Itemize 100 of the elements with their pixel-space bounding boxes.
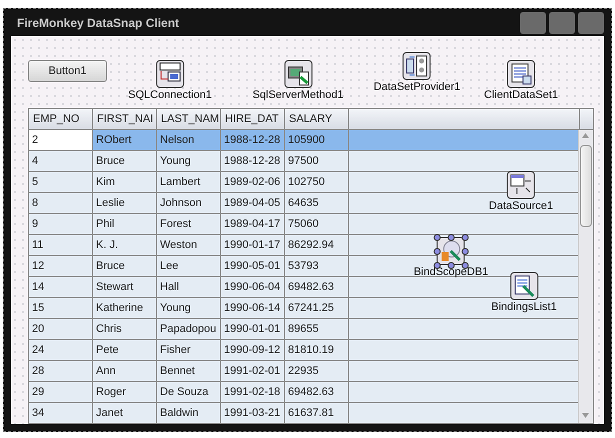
provider-component-icon[interactable] [403,52,431,80]
table-cell: 34 [29,403,93,423]
connection-component-icon[interactable] [156,60,184,88]
grid-row[interactable]: 5 Kim Lambert 1989-02-06 102750 [29,172,580,193]
table-cell: 1991-02-01 [221,361,285,381]
column-header[interactable]: FIRST_NAI [93,109,157,129]
table-cell: 1989-04-05 [221,193,285,213]
grid-row[interactable]: 34 Janet Baldwin 1991-03-21 61637.81 [29,403,580,423]
table-cell: Chris [93,319,157,339]
column-header[interactable]: LAST_NAM [157,109,221,129]
table-cell: Lambert [157,172,221,192]
table-cell: 1990-05-01 [221,256,285,276]
table-cell: Janet [93,403,157,423]
grid-row[interactable]: 24 Pete Fisher 1990-09-12 81810.19 [29,340,580,361]
table-cell: 97500 [285,151,349,171]
table-cell: 15 [29,298,93,318]
table-cell: Nelson [157,130,221,150]
maximize-button[interactable] [549,12,575,34]
table-cell: Baldwin [157,403,221,423]
component-label: DataSetProvider1 [374,81,460,93]
datasource-component-icon[interactable] [507,171,535,199]
window-title: FireMonkey DataSnap Client [16,16,180,30]
dataset-component-icon[interactable] [507,60,535,88]
grid-row[interactable]: 4 Bruce Young 1988-12-28 97500 [29,151,580,172]
table-cell: 24 [29,340,93,360]
grid-row[interactable]: 2 RObert Nelson 1988-12-28 105900 [29,130,580,151]
table-cell: 75060 [285,214,349,234]
table-cell: Phil [93,214,157,234]
table-cell: 1990-01-01 [221,319,285,339]
table-cell: 1990-06-04 [221,277,285,297]
table-cell: Papadopou [157,319,221,339]
button[interactable]: Button1 [28,60,107,82]
table-cell: Young [157,151,221,171]
table-cell: Pete [93,340,157,360]
component-label: BindingsList1 [491,301,557,313]
table-cell: 9 [29,214,93,234]
table-cell: 1991-03-21 [221,403,285,423]
table-cell: Ann [93,361,157,381]
table-cell: 102750 [285,172,349,192]
table-cell: Roger [93,382,157,402]
table-cell: Young [157,298,221,318]
table-cell: 69482.63 [285,382,349,402]
close-button[interactable] [578,12,604,34]
table-cell: 29 [29,382,93,402]
grid-row[interactable]: 11 K. J. Weston 1990-01-17 86292.94 [29,235,580,256]
table-cell: 1990-06-14 [221,298,285,318]
table-cell: 28 [29,361,93,381]
table-cell: 86292.94 [285,235,349,255]
table-cell: K. J. [93,235,157,255]
table-cell: 12 [29,256,93,276]
grid-row[interactable]: 14 Stewart Hall 1990-06-04 69482.63 [29,277,580,298]
method-component-icon[interactable] [284,60,312,88]
table-cell: 1990-01-17 [221,235,285,255]
table-cell: 5 [29,172,93,192]
table-cell: 67241.25 [285,298,349,318]
table-cell: Bruce [93,256,157,276]
table-cell: 69482.63 [285,277,349,297]
table-cell: 81810.19 [285,340,349,360]
column-header[interactable]: HIRE_DAT [221,109,285,129]
table-cell: Fisher [157,340,221,360]
table-cell: 11 [29,235,93,255]
grid-row[interactable]: 9 Phil Forest 1989-04-17 75060 [29,214,580,235]
table-cell: 8 [29,193,93,213]
table-cell: RObert [93,130,157,150]
table-cell: 1988-12-28 [221,151,285,171]
table-cell: 1988-12-28 [221,130,285,150]
table-cell: Katherine [93,298,157,318]
grid-row[interactable]: 28 Ann Bennet 1991-02-01 22935 [29,361,580,382]
table-cell: 105900 [285,130,349,150]
component-label: DataSource1 [488,200,554,212]
grid-row[interactable]: 20 Chris Papadopou 1990-01-01 89655 [29,319,580,340]
scroll-thumb[interactable] [580,145,592,227]
table-cell: Forest [157,214,221,234]
table-cell: 64635 [285,193,349,213]
minimize-button[interactable] [520,12,546,34]
scrollbar[interactable] [578,130,593,423]
table-cell: Lee [157,256,221,276]
table-cell: Hall [157,277,221,297]
component-label: SQLConnection1 [128,89,212,101]
table-cell: 4 [29,151,93,171]
table-cell: 2 [29,130,93,150]
table-cell: Weston [157,235,221,255]
table-cell: Bennet [157,361,221,381]
column-header[interactable]: EMP_NO [29,109,93,129]
grid-row[interactable]: 29 Roger De Souza 1991-02-18 69482.63 [29,382,580,403]
bindings-component-icon[interactable] [510,272,538,300]
table-cell: Stewart [93,277,157,297]
table-cell: 53793 [285,256,349,276]
column-header[interactable]: SALARY [285,109,349,129]
table-cell: 1989-02-06 [221,172,285,192]
component-label: BindScopeDB1 [414,266,488,278]
table-cell: 1989-04-17 [221,214,285,234]
component-label: ClientDataSet1 [484,89,558,101]
table-cell: Bruce [93,151,157,171]
table-cell: 22935 [285,361,349,381]
component-label: SqlServerMethod1 [252,89,344,101]
table-cell: De Souza [157,382,221,402]
table-cell: 1990-09-12 [221,340,285,360]
table-cell: 89655 [285,319,349,339]
table-cell: Leslie [93,193,157,213]
